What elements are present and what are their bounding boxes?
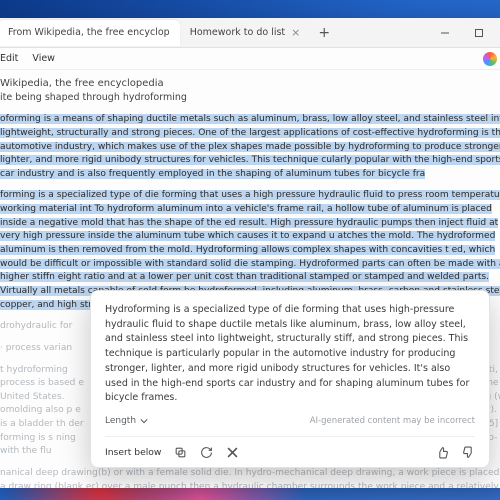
tab-label: Homework to do list	[190, 27, 285, 38]
popup-meta: Length AI-generated content may be incor…	[105, 416, 475, 426]
close-window-button[interactable]	[496, 18, 500, 48]
ai-disclaimer: AI-generated content may be incorrect	[310, 416, 475, 426]
length-label: Length	[105, 416, 136, 426]
titlebar: From Wikipedia, the free encyclop Homewo…	[0, 18, 500, 48]
paragraph-5: nanical deep drawing(b) or with a female…	[0, 467, 500, 488]
regenerate-icon[interactable]	[199, 445, 213, 459]
window-controls	[428, 18, 500, 48]
menu-view[interactable]: View	[32, 53, 55, 64]
paragraph-4-left: t hydroforming process is based e United…	[0, 364, 84, 459]
copy-icon[interactable]	[173, 445, 187, 459]
doc-source: Wikipedia, the free encyclopedia	[0, 76, 500, 91]
chevron-down-icon	[140, 417, 148, 425]
menu-edit[interactable]: Edit	[0, 53, 18, 64]
paragraph-1: oforming is a means of shaping ductile m…	[0, 113, 500, 181]
menubar: Edit View	[0, 48, 500, 70]
ai-rewrite-popup: Hydroforming is a specialized type of di…	[90, 290, 490, 468]
tab-1[interactable]: From Wikipedia, the free encyclop	[0, 20, 180, 46]
tab-label: From Wikipedia, the free encyclop	[8, 27, 170, 38]
doc-subtitle: ite being shaped through hydroforming	[0, 91, 500, 105]
popup-actions: Insert below	[105, 436, 475, 459]
close-tab-icon[interactable]: ×	[291, 26, 300, 39]
length-dropdown[interactable]: Length	[105, 416, 148, 426]
copilot-icon[interactable]	[483, 52, 497, 66]
popup-body: Hydroforming is a specialized type of di…	[105, 303, 475, 406]
tab-2[interactable]: Homework to do list ×	[180, 20, 311, 46]
thumbs-down-icon[interactable]	[461, 445, 475, 459]
close-popup-icon[interactable]	[225, 445, 239, 459]
new-tab-button[interactable]: +	[310, 25, 338, 41]
thumbs-up-icon[interactable]	[435, 445, 449, 459]
maximize-button[interactable]	[462, 18, 496, 48]
insert-below-button[interactable]: Insert below	[105, 447, 161, 458]
minimize-button[interactable]	[428, 18, 462, 48]
